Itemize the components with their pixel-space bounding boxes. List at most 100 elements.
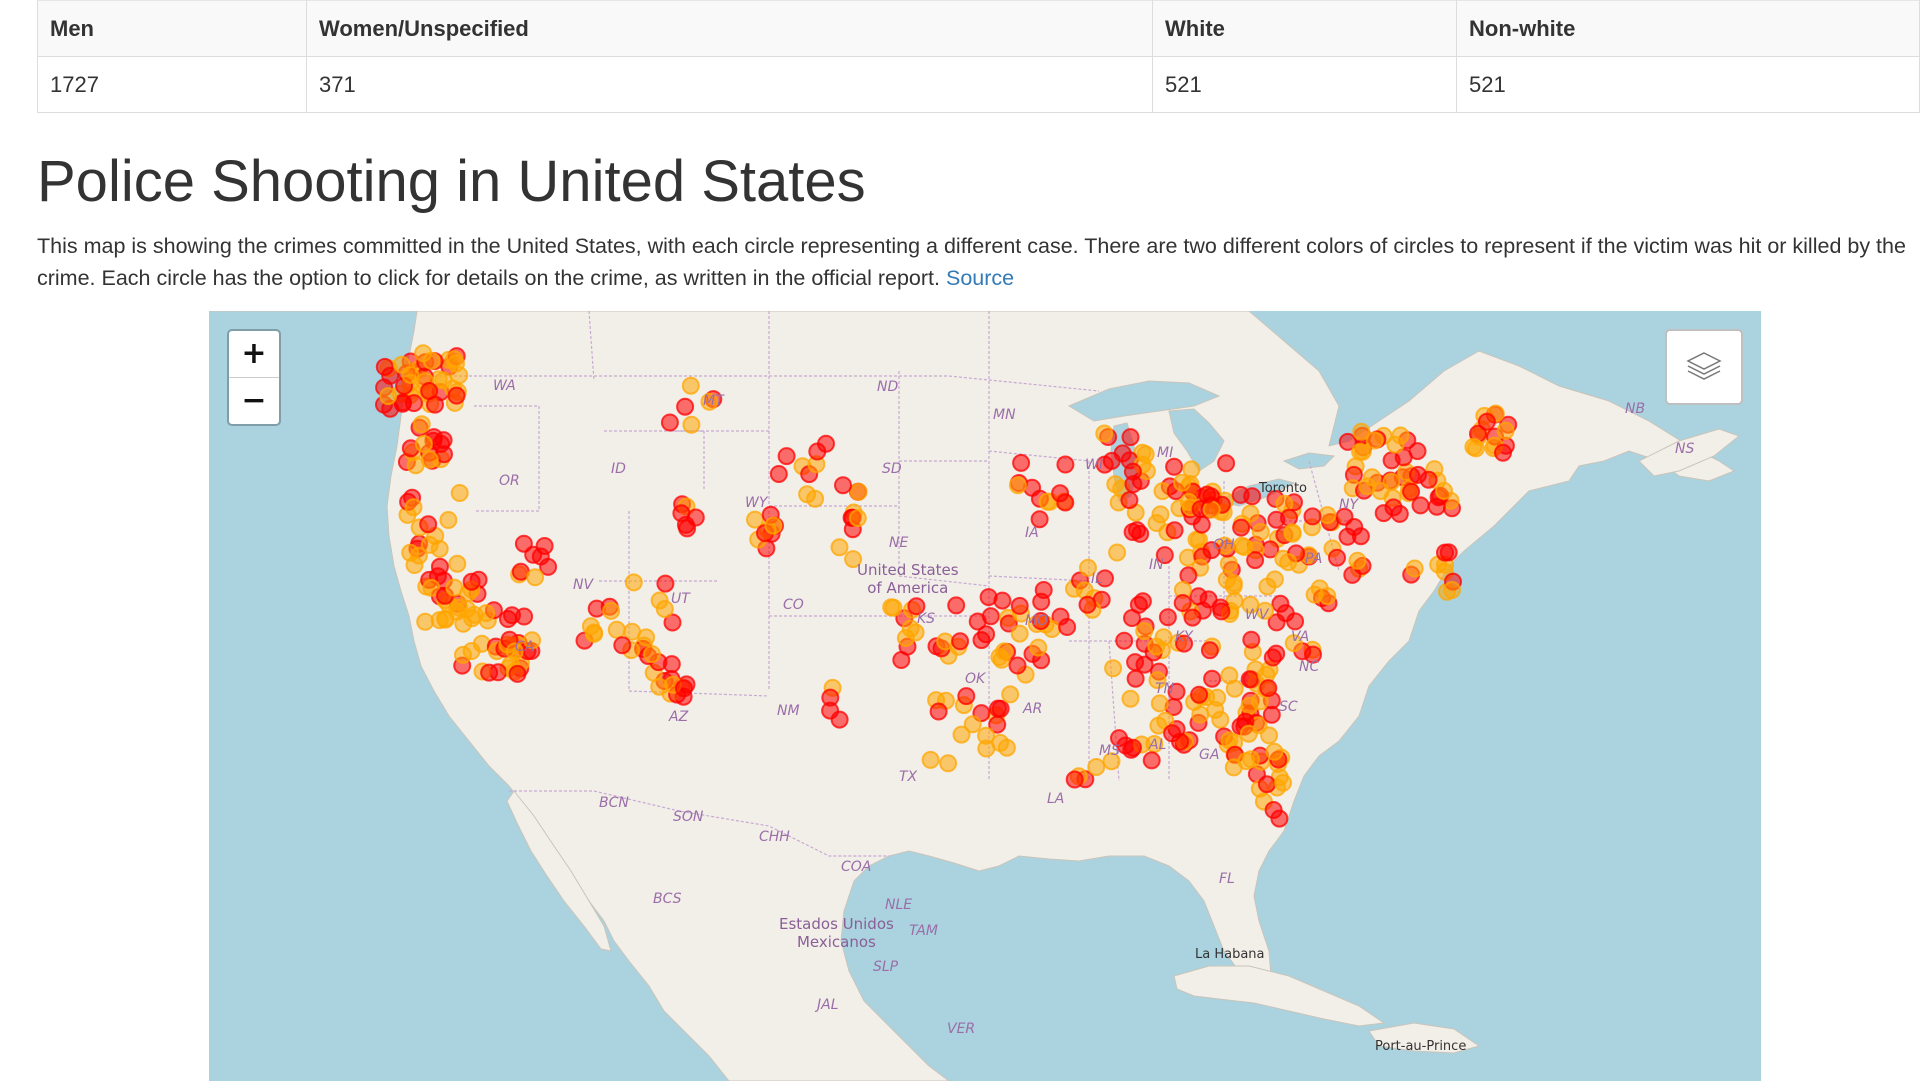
incident-marker-hit[interactable] <box>682 415 701 434</box>
incident-marker-hit[interactable] <box>1496 421 1515 440</box>
incident-marker-hit[interactable] <box>436 610 455 629</box>
zoom-out-button[interactable]: − <box>229 377 279 424</box>
incident-marker-hit[interactable] <box>477 604 496 623</box>
incident-marker-hit[interactable] <box>1087 758 1106 776</box>
incident-marker-killed[interactable] <box>535 537 554 555</box>
incident-marker-hit[interactable] <box>1147 637 1166 656</box>
incident-marker-hit[interactable] <box>977 726 996 745</box>
incident-marker-killed[interactable] <box>1199 590 1218 609</box>
incident-marker-killed[interactable] <box>613 636 632 655</box>
incident-marker-killed[interactable] <box>1192 515 1211 534</box>
incident-marker-killed[interactable] <box>1264 801 1283 819</box>
incident-marker-killed[interactable] <box>1257 775 1276 794</box>
incident-marker-hit[interactable] <box>602 601 621 620</box>
incident-marker-killed[interactable] <box>676 397 695 416</box>
incident-marker-hit[interactable] <box>1235 538 1254 556</box>
incident-marker-killed[interactable] <box>979 588 998 607</box>
incident-marker-killed[interactable] <box>892 651 911 669</box>
incident-marker-killed[interactable] <box>1232 518 1251 537</box>
incident-marker-killed[interactable] <box>1411 496 1430 515</box>
incident-marker-killed[interactable] <box>1124 738 1142 757</box>
incident-marker-killed[interactable] <box>1243 487 1262 506</box>
incident-marker-killed[interactable] <box>375 357 394 376</box>
incident-marker-hit[interactable] <box>447 354 465 373</box>
incident-marker-killed[interactable] <box>1121 428 1140 447</box>
incident-marker-hit[interactable] <box>995 642 1014 661</box>
incident-marker-hit[interactable] <box>1351 442 1370 461</box>
incident-marker-hit[interactable] <box>1443 581 1461 599</box>
incident-marker-killed[interactable] <box>1494 443 1512 462</box>
incident-marker-killed[interactable] <box>929 702 948 721</box>
incident-marker-hit[interactable] <box>1371 482 1390 501</box>
incident-marker-hit[interactable] <box>1265 742 1284 761</box>
incident-marker-killed[interactable] <box>1165 457 1184 476</box>
incident-marker-killed[interactable] <box>1212 602 1231 621</box>
incident-marker-hit[interactable] <box>997 738 1016 757</box>
incident-marker-killed[interactable] <box>1065 770 1084 789</box>
incident-marker-killed[interactable] <box>1010 596 1029 615</box>
incident-marker-killed[interactable] <box>968 612 987 631</box>
incident-marker-hit[interactable] <box>1239 724 1258 743</box>
map[interactable]: WA OR NV CA ID MT WY UT CO AZ NM ND SD N… <box>209 311 1761 1081</box>
incident-marker-hit[interactable] <box>1220 666 1239 685</box>
incident-marker-killed[interactable] <box>1477 412 1496 431</box>
incident-marker-killed[interactable] <box>1158 608 1177 627</box>
incident-marker-killed[interactable] <box>1190 685 1209 704</box>
incident-marker-hit[interactable] <box>1279 553 1298 572</box>
incident-marker-killed[interactable] <box>1012 453 1031 472</box>
incident-marker-hit[interactable] <box>1191 705 1210 724</box>
incident-marker-hit[interactable] <box>1095 424 1114 443</box>
incident-marker-hit[interactable] <box>1251 523 1270 541</box>
incident-marker-hit[interactable] <box>1283 524 1302 543</box>
incident-marker-killed[interactable] <box>672 504 691 523</box>
incident-marker-hit[interactable] <box>392 355 411 374</box>
incident-marker-hit[interactable] <box>1464 437 1483 456</box>
incident-marker-hit[interactable] <box>1104 659 1123 678</box>
incident-marker-hit[interactable] <box>798 485 817 504</box>
incident-marker-hit[interactable] <box>1405 559 1424 578</box>
incident-marker-killed[interactable] <box>499 610 517 628</box>
incident-marker-hit[interactable] <box>526 568 545 587</box>
incident-marker-killed[interactable] <box>508 664 527 683</box>
incident-marker-killed[interactable] <box>1126 669 1145 688</box>
incident-marker-hit[interactable] <box>830 538 849 557</box>
incident-marker-killed[interactable] <box>1008 656 1027 675</box>
incident-marker-killed[interactable] <box>947 596 966 615</box>
incident-marker-hit[interactable] <box>414 434 433 453</box>
incident-marker-killed[interactable] <box>420 382 439 400</box>
incident-marker-killed[interactable] <box>1056 455 1075 474</box>
incident-marker-hit[interactable] <box>379 387 398 406</box>
layers-control-button[interactable] <box>1665 329 1743 405</box>
incident-marker-killed[interactable] <box>808 442 827 461</box>
incident-marker-hit[interactable] <box>681 376 700 395</box>
incident-marker-killed[interactable] <box>1124 475 1143 494</box>
incident-marker-killed[interactable] <box>404 394 423 413</box>
incident-marker-hit[interactable] <box>1219 554 1238 573</box>
incident-marker-killed[interactable] <box>1183 608 1202 627</box>
incident-marker-hit[interactable] <box>624 573 643 592</box>
map-marker-layer[interactable] <box>209 311 1761 1081</box>
incident-marker-killed[interactable] <box>1203 669 1222 688</box>
incident-marker-hit[interactable] <box>1265 570 1284 589</box>
incident-marker-hit[interactable] <box>1150 694 1169 713</box>
incident-marker-hit[interactable] <box>1151 505 1170 524</box>
incident-marker-killed[interactable] <box>1200 641 1219 660</box>
incident-marker-hit[interactable] <box>1217 570 1236 589</box>
incident-marker-killed[interactable] <box>821 688 840 707</box>
incident-marker-hit[interactable] <box>849 482 868 501</box>
incident-marker-hit[interactable] <box>414 344 433 363</box>
incident-marker-hit[interactable] <box>764 516 783 535</box>
incident-marker-hit[interactable] <box>1237 752 1256 771</box>
incident-marker-killed[interactable] <box>1058 618 1077 636</box>
incident-marker-hit[interactable] <box>921 750 940 769</box>
incident-marker-killed[interactable] <box>1142 751 1161 770</box>
incident-marker-killed[interactable] <box>675 679 693 698</box>
incident-marker-hit[interactable] <box>1136 445 1155 464</box>
incident-marker-hit[interactable] <box>952 725 971 744</box>
incident-marker-killed[interactable] <box>1032 592 1051 611</box>
incident-marker-killed[interactable] <box>1240 670 1259 689</box>
incident-marker-killed[interactable] <box>1303 507 1322 526</box>
incident-marker-killed[interactable] <box>1173 594 1192 612</box>
incident-marker-killed[interactable] <box>1246 551 1265 570</box>
incident-marker-killed[interactable] <box>1115 631 1134 650</box>
